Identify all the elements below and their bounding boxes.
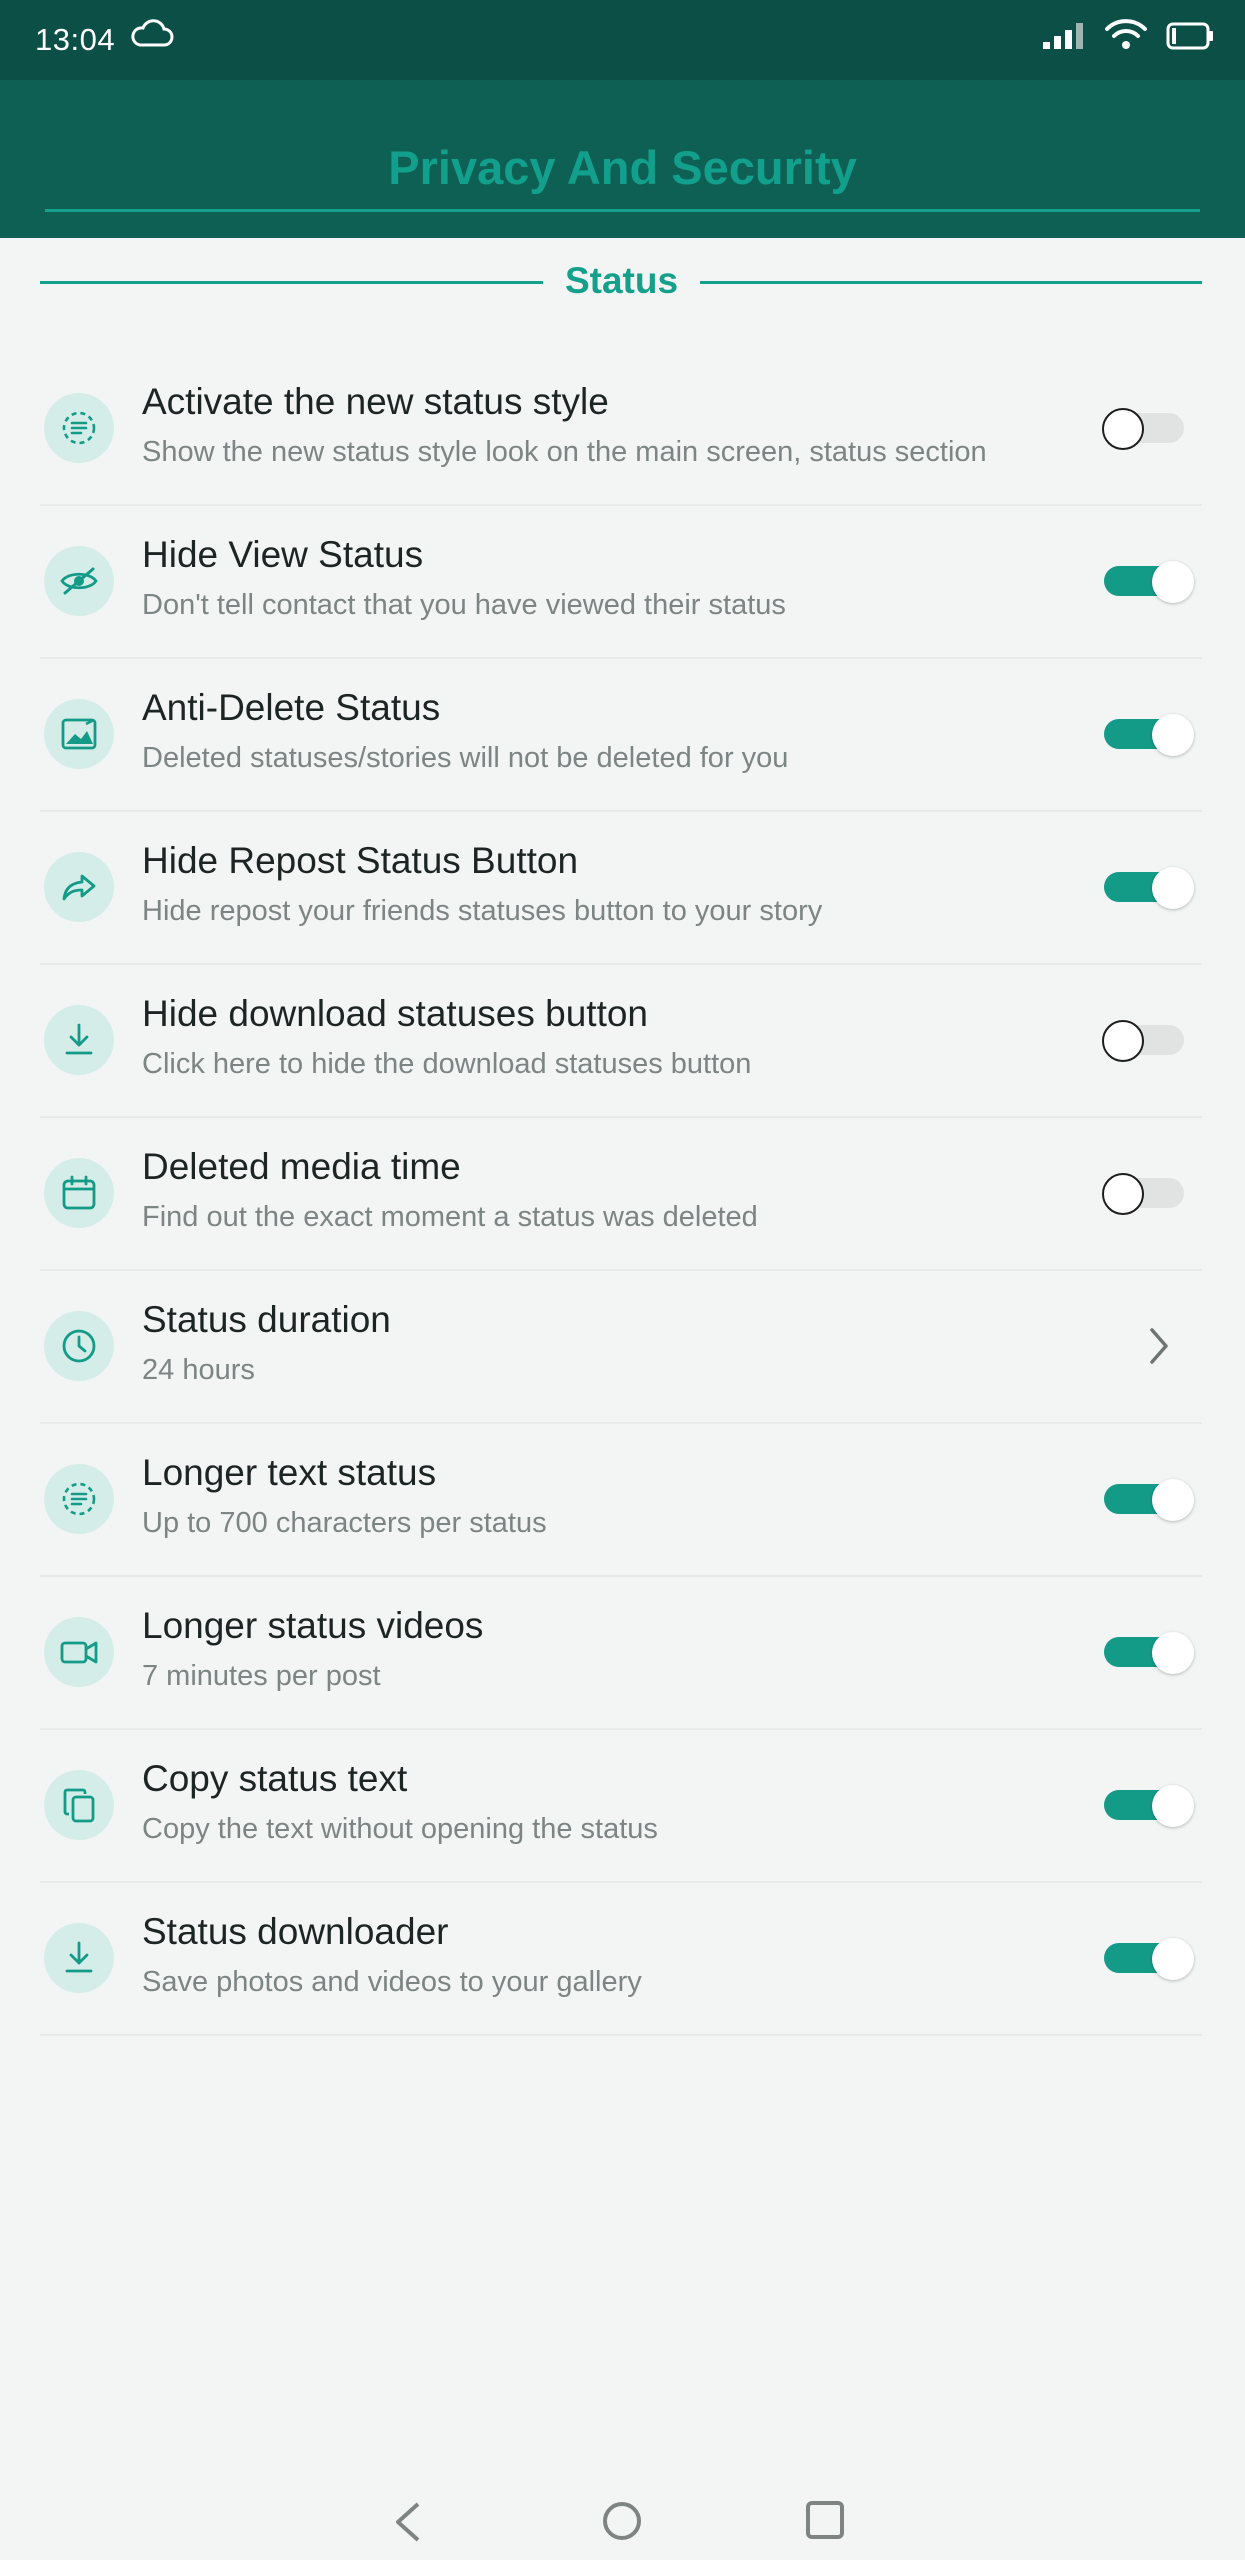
toggle-knob: [1152, 1785, 1194, 1827]
setting-row[interactable]: Hide Repost Status Button Hide repost you…: [40, 812, 1202, 965]
setting-row[interactable]: Hide download statuses button Click here …: [40, 965, 1202, 1118]
toggle-switch[interactable]: [1104, 1479, 1194, 1521]
setting-row[interactable]: Status duration 24 hours: [40, 1271, 1202, 1424]
toggle-switch[interactable]: [1104, 1938, 1194, 1980]
setting-title: Longer text status: [142, 1452, 437, 1493]
signal-icon: [1043, 22, 1089, 55]
setting-title: Anti-Delete Status: [142, 687, 441, 728]
setting-subtitle: 24 hours: [142, 1354, 255, 1386]
setting-subtitle: Click here to hide the download statuses…: [142, 1048, 752, 1080]
download-icon: [44, 1923, 114, 1993]
page-title: Privacy And Security: [388, 141, 857, 194]
section-title: Status: [564, 260, 679, 301]
download-icon: [44, 1005, 114, 1075]
setting-title: Copy status text: [142, 1758, 408, 1799]
battery-icon: [1166, 22, 1214, 55]
setting-subtitle: Copy the text without opening the status: [142, 1813, 658, 1845]
dashed-circle-text-icon: [44, 1464, 114, 1534]
section-header: Status: [40, 260, 1202, 310]
setting-subtitle: Show the new status style look on the ma…: [142, 436, 987, 468]
dashed-circle-text-icon: [44, 393, 114, 463]
clock-icon: [44, 1311, 114, 1381]
setting-subtitle: Hide repost your friends statuses button…: [142, 895, 823, 927]
setting-row[interactable]: Hide View Status Don't tell contact that …: [40, 506, 1202, 659]
toggle-switch[interactable]: [1102, 408, 1190, 450]
toggle-switch[interactable]: [1104, 1785, 1194, 1827]
toggle-knob: [1152, 714, 1194, 756]
toggle-switch[interactable]: [1104, 714, 1194, 756]
wifi-icon: [1104, 18, 1148, 55]
setting-row[interactable]: Copy status text Copy the text without op…: [40, 1730, 1202, 1883]
setting-title: Hide View Status: [142, 534, 424, 575]
toggle-switch[interactable]: [1102, 1173, 1190, 1215]
section-divider-line-left: [40, 281, 543, 284]
setting-subtitle: Deleted statuses/stories will not be del…: [142, 742, 789, 774]
image-icon: [44, 699, 114, 769]
back-triangle-icon[interactable]: [388, 2500, 428, 2549]
setting-title: Longer status videos: [142, 1605, 484, 1646]
setting-subtitle: Find out the exact moment a status was d…: [142, 1201, 758, 1233]
setting-title: Activate the new status style: [142, 381, 609, 422]
section-divider-line-right: [700, 281, 1202, 284]
chevron-right-icon[interactable]: [1146, 1326, 1172, 1371]
video-camera-icon: [44, 1617, 114, 1687]
toggle-switch[interactable]: [1104, 867, 1194, 909]
setting-subtitle: Up to 700 characters per status: [142, 1507, 547, 1539]
toggle-knob: [1152, 1632, 1194, 1674]
toggle-switch[interactable]: [1102, 1020, 1190, 1062]
setting-subtitle: Save photos and videos to your gallery: [142, 1966, 642, 1998]
cloud-icon: [128, 19, 174, 54]
toggle-switch[interactable]: [1104, 1632, 1194, 1674]
setting-row[interactable]: Activate the new status style Show the ne…: [40, 353, 1202, 506]
setting-title: Status downloader: [142, 1911, 449, 1952]
settings-list: Activate the new status style Show the ne…: [40, 353, 1202, 2036]
recent-apps-square-icon[interactable]: [805, 2500, 845, 2545]
navigation-bar: [0, 2470, 1245, 2560]
home-circle-icon[interactable]: [601, 2500, 643, 2547]
app-header: Privacy And Security: [0, 80, 1245, 238]
toggle-knob: [1152, 1479, 1194, 1521]
status-bar: 13:04: [0, 0, 1245, 80]
setting-row[interactable]: Anti-Delete Status Deleted statuses/stori…: [40, 659, 1202, 812]
toggle-knob: [1102, 1173, 1144, 1215]
setting-title: Status duration: [142, 1299, 391, 1340]
setting-title: Hide Repost Status Button: [142, 840, 579, 881]
setting-row[interactable]: Status downloader Save photos and videos …: [40, 1883, 1202, 2036]
setting-row[interactable]: Deleted media time Find out the exact mom…: [40, 1118, 1202, 1271]
setting-row[interactable]: Longer text status Up to 700 characters p…: [40, 1424, 1202, 1577]
toggle-knob: [1152, 867, 1194, 909]
status-time: 13:04: [35, 22, 116, 57]
toggle-switch[interactable]: [1104, 561, 1194, 603]
eye-off-icon: [44, 546, 114, 616]
toggle-knob: [1152, 561, 1194, 603]
setting-title: Hide download statuses button: [142, 993, 649, 1034]
share-arrow-icon: [44, 852, 114, 922]
toggle-knob: [1102, 408, 1144, 450]
calendar-icon: [44, 1158, 114, 1228]
setting-subtitle: 7 minutes per post: [142, 1660, 381, 1692]
copy-icon: [44, 1770, 114, 1840]
toggle-knob: [1102, 1020, 1144, 1062]
setting-subtitle: Don't tell contact that you have viewed …: [142, 589, 786, 621]
setting-title: Deleted media time: [142, 1146, 461, 1187]
setting-row[interactable]: Longer status videos 7 minutes per post: [40, 1577, 1202, 1730]
title-underline: [45, 209, 1200, 212]
toggle-knob: [1152, 1938, 1194, 1980]
